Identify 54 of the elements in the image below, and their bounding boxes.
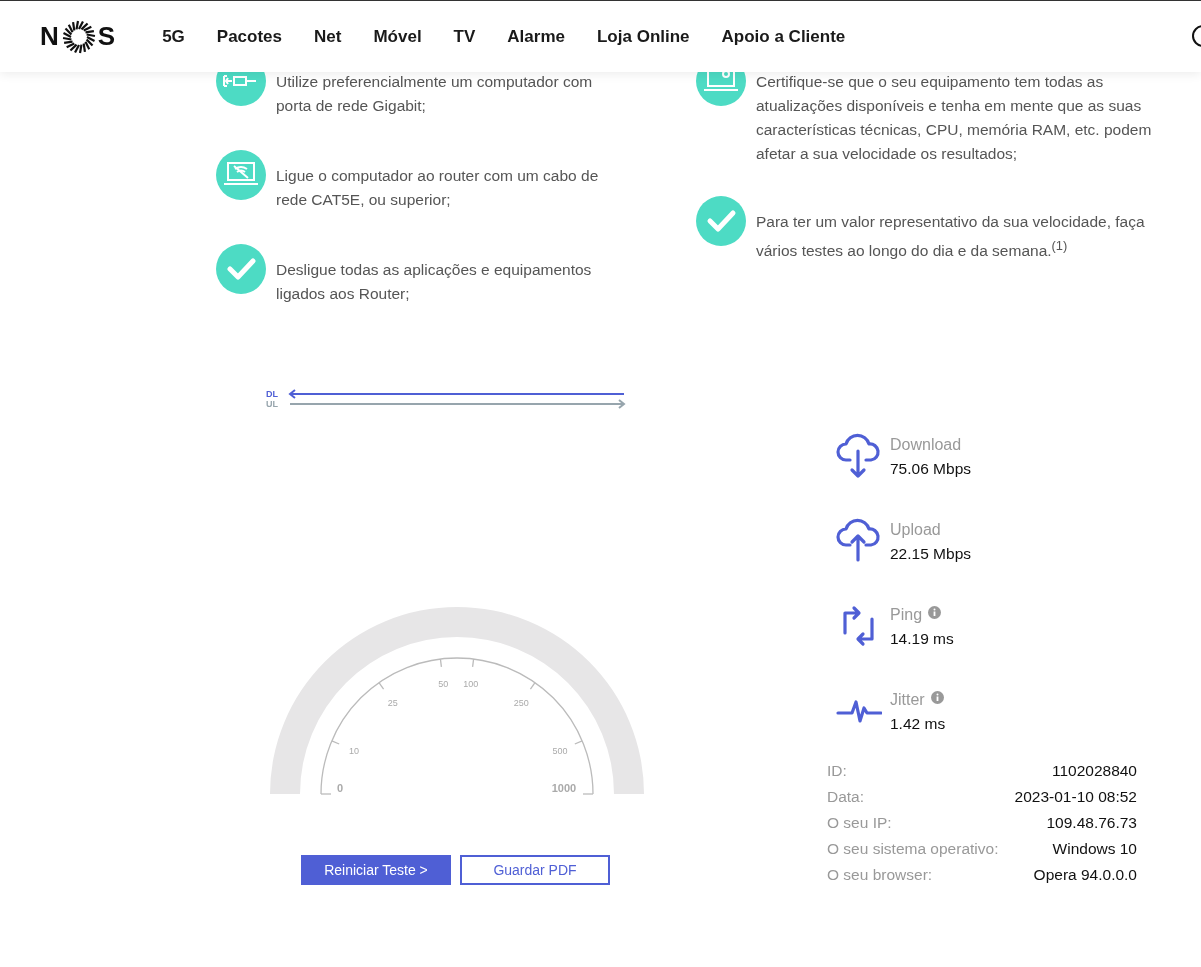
restart-button[interactable]: Reiniciar Teste > — [301, 855, 451, 885]
tip-text: Utilize preferencialmente um computador com porta de rede Gigabit; — [276, 72, 594, 116]
gauge-tick-label: 0 — [336, 782, 344, 794]
nav-link[interactable]: Alarme — [507, 26, 565, 47]
metric-label: Ping — [890, 606, 923, 624]
gauge-tick-label: 50 — [438, 678, 449, 689]
detail-label: O seu sistema operativo: — [827, 840, 999, 858]
arrow-icon — [288, 399, 626, 409]
detail-value: 109.48.76.73 — [1046, 814, 1137, 832]
cloud-download-icon — [836, 433, 882, 479]
nav-link[interactable]: 5G — [162, 26, 185, 47]
info-icon[interactable] — [928, 606, 942, 619]
nav-link[interactable]: Móvel — [373, 26, 422, 47]
tip-text: Para ter um valor representativo da sua velocidade, faça vários testes ao longo do dia e da semana.$^{(1)}$ — [756, 212, 1146, 262]
save-pdf-button[interactable]: Guardar PDF — [460, 855, 610, 885]
gauge-tick-label: 10 — [348, 746, 359, 757]
check-icon — [216, 244, 266, 294]
nav-link[interactable]: Net — [314, 26, 342, 47]
tip-text: Certifique-se que o seu equipamento tem todas as atualizações disponíveis e tenha em mente que as suas características técnicas, CPU, memória RAM, etc. podem afetar a sua velocidade os resultados; — [756, 72, 1153, 164]
nav-link[interactable]: Loja Online — [597, 26, 690, 47]
logo-letter: S — [97, 21, 117, 52]
legend-label: UL — [266, 399, 279, 409]
cloud-upload-icon — [836, 518, 882, 564]
detail-value: 2023-01-10 08:52 — [1014, 788, 1137, 806]
metric-value: 22.15 Mbps — [890, 545, 971, 563]
legend-label: DL — [266, 389, 279, 399]
metric-label: Upload — [890, 521, 941, 539]
detail-label: O seu browser: — [827, 866, 933, 884]
logo-sun-icon — [61, 19, 96, 54]
detail-value: 1102028840 — [1051, 762, 1137, 780]
logo-letter: N — [40, 21, 60, 52]
gauge-tick-label: 25 — [387, 698, 398, 709]
metric-label: Jitter — [890, 691, 925, 709]
tip-text: Desligue todas as aplicações e equipamentos ligados aos Router; — [276, 260, 593, 304]
metric-value: 14.19 ms — [890, 630, 954, 648]
metric-value: 1.42 ms — [890, 715, 946, 733]
detail-label: Data: — [827, 788, 865, 806]
info-icon[interactable] — [930, 691, 944, 704]
metric-label: Download — [890, 436, 962, 454]
detail-value: Windows 10 — [1052, 840, 1137, 858]
detail-label: ID: — [827, 762, 847, 780]
nav-link[interactable]: Apoio a Cliente — [721, 26, 846, 47]
tip-text: Ligue o computador ao router com um cabo de rede CAT5E, ou superior; — [276, 166, 600, 210]
gauge-tick-label: 500 — [552, 746, 568, 757]
check-icon — [696, 196, 746, 246]
metric-value: 75.06 Mbps — [890, 460, 971, 478]
nav-link[interactable]: Pacotes — [216, 26, 282, 47]
gauge-tick-label: 1000 — [551, 782, 577, 794]
gauge-tick-label: 250 — [513, 698, 529, 709]
detail-value: Opera 94.0.0.0 — [1033, 866, 1137, 884]
detail-label: O seu IP: — [827, 814, 892, 832]
arrow-icon — [288, 389, 626, 399]
gauge-tick-label: 100 — [463, 678, 479, 689]
nav-link[interactable]: TV — [453, 26, 476, 47]
